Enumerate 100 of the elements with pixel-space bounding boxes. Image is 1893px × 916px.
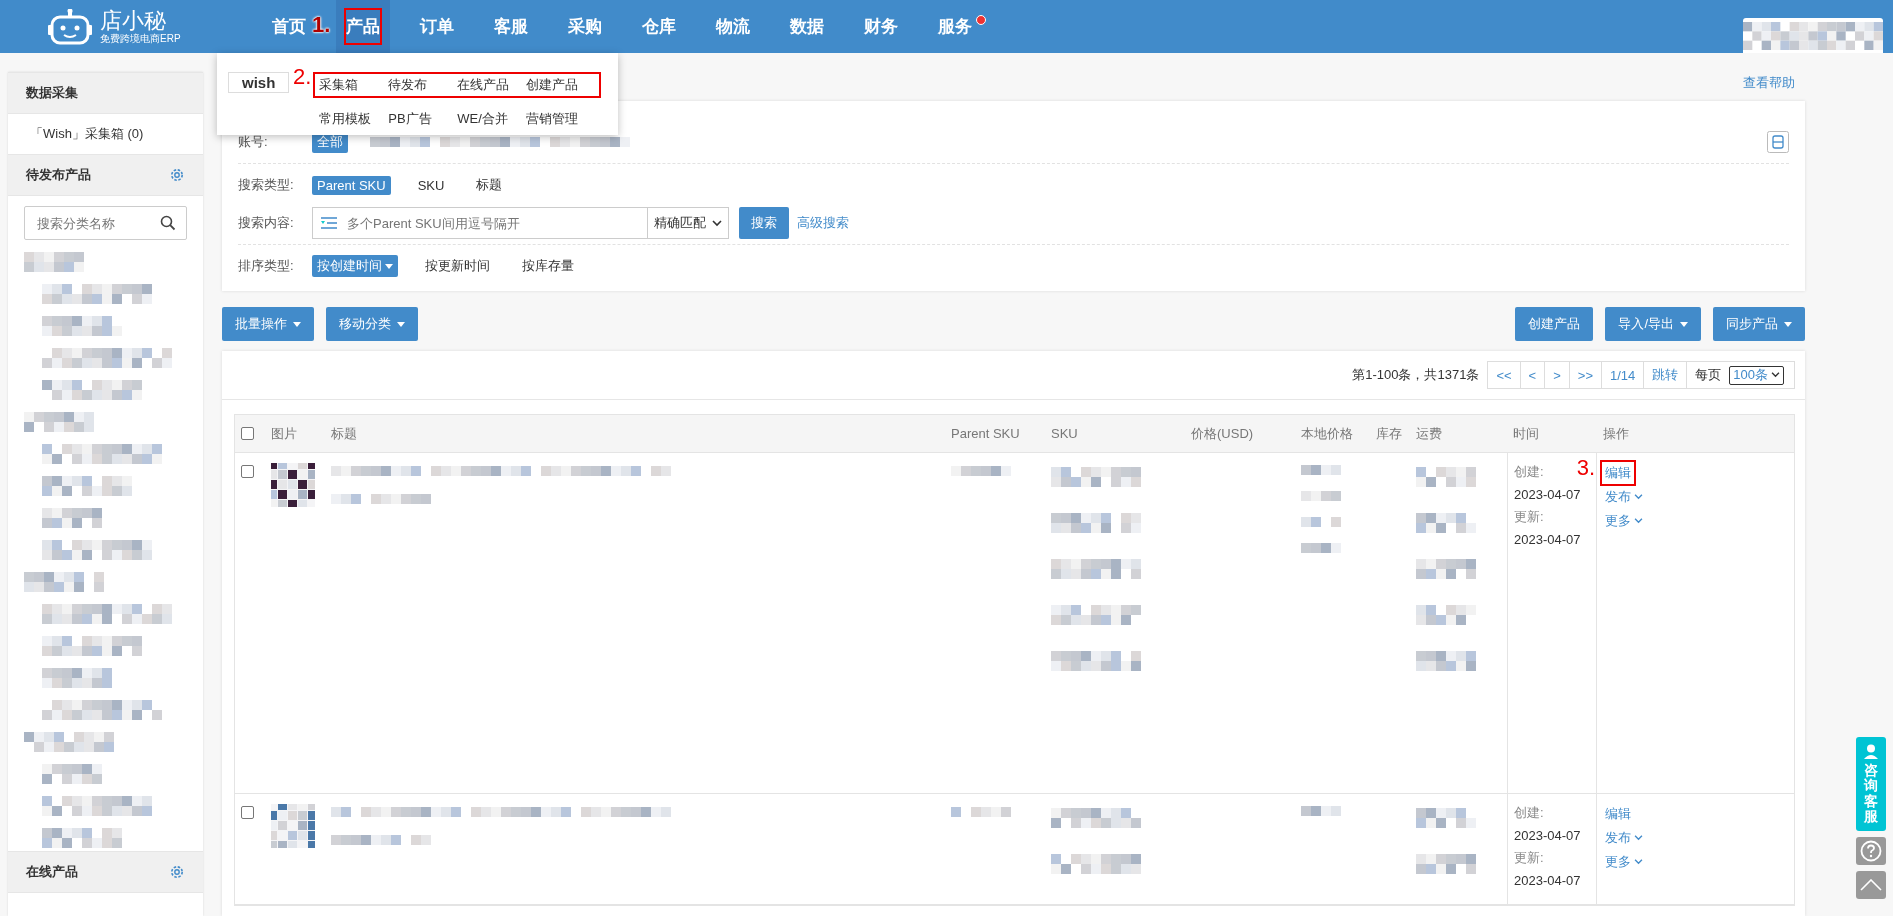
menu-item[interactable]: 在线产品	[457, 76, 527, 94]
blurred-text	[951, 804, 1011, 820]
filter-label: 搜索内容:	[238, 214, 294, 232]
blurred-text	[1301, 515, 1341, 529]
toolbar-button[interactable]: 同步产品	[1713, 307, 1805, 341]
column-header: 图片	[270, 424, 298, 443]
checkbox[interactable]	[241, 806, 254, 819]
list-icon	[321, 217, 337, 229]
action-link[interactable]: 更多	[1603, 511, 1645, 531]
help-button[interactable]	[1856, 836, 1886, 865]
menu-item[interactable]: 常用模板	[319, 110, 389, 128]
created-date: 2023-04-07	[1514, 828, 1581, 843]
nav-tab[interactable]: 产品	[336, 0, 390, 53]
chevron-down-icon	[712, 219, 722, 227]
section-title: 待发布产品	[26, 166, 91, 184]
column-header: 时间	[1512, 424, 1540, 443]
updated-date: 2023-04-07	[1514, 532, 1581, 547]
page-summary: 第1-100条，共1371条	[1352, 366, 1480, 384]
nav-tab[interactable]: 采购	[558, 11, 612, 42]
section-title: 在线产品	[26, 863, 78, 881]
search-icon	[160, 215, 176, 231]
pagination-button[interactable]: 跳转	[1644, 362, 1688, 388]
customer-service-button[interactable]: 咨询客服	[1856, 737, 1886, 831]
platform-label: wish	[228, 72, 290, 93]
pagination-button[interactable]: <<	[1488, 362, 1521, 388]
nav-tab[interactable]: 数据	[780, 11, 834, 42]
created-label: 创建:	[1514, 463, 1544, 481]
action-link[interactable]: 发布	[1603, 828, 1645, 848]
nav-tab[interactable]: 客服	[484, 11, 538, 42]
pagination-button[interactable]: >>	[1569, 362, 1602, 388]
blurred-text	[24, 252, 84, 272]
nav-tab[interactable]: 订单	[410, 11, 464, 42]
settings-icon[interactable]	[169, 864, 185, 880]
section-title: 数据采集	[26, 84, 78, 102]
column-header: SKU	[1050, 425, 1079, 443]
sidebar-item[interactable]: 「Wish」采集箱 (0)	[8, 114, 203, 154]
pagination-button[interactable]: >	[1545, 362, 1570, 388]
advanced-search-link[interactable]: 高级搜索	[797, 214, 849, 232]
nav-tab[interactable]: 财务	[854, 11, 908, 42]
toolbar-button[interactable]: 移动分类	[326, 307, 418, 341]
menu-item[interactable]: 采集箱	[319, 76, 389, 94]
column-header: 标题	[330, 424, 358, 443]
filter-option[interactable]: Parent SKU	[312, 175, 391, 195]
action-link[interactable]: 发布	[1603, 487, 1645, 507]
search-field[interactable]: 搜索分类名称	[24, 206, 187, 240]
created-label: 创建:	[1514, 804, 1544, 822]
nav-tab[interactable]: 物流	[706, 11, 760, 42]
headset-person-icon	[1863, 743, 1879, 759]
menu-item[interactable]: PB广告	[388, 110, 458, 128]
robot-logo-icon	[48, 8, 92, 45]
annotation-number: 2.	[293, 64, 312, 90]
search-button[interactable]: 搜索	[739, 207, 789, 239]
blurred-text	[42, 764, 102, 784]
menu-item[interactable]: 待发布	[388, 76, 458, 94]
pagination-button[interactable]: 1/14	[1602, 362, 1645, 388]
nav-tab[interactable]: 服务	[928, 11, 982, 42]
updated-label: 更新:	[1514, 508, 1544, 526]
action-link[interactable]: 更多	[1603, 852, 1645, 872]
menu-item[interactable]: WE/合并	[457, 110, 527, 128]
nav-tab[interactable]: 仓库	[632, 11, 686, 42]
sort-option[interactable]: 按库存量	[517, 255, 579, 277]
toolbar-button[interactable]: 批量操作	[222, 307, 314, 341]
menu-item[interactable]: 创建产品	[526, 76, 596, 94]
per-page-select[interactable]: 100条	[1729, 365, 1784, 385]
updated-label: 更新:	[1514, 849, 1544, 867]
filter-label: 排序类型:	[238, 257, 294, 275]
search-field[interactable]: 多个Parent SKU间用逗号隔开	[312, 207, 647, 239]
help-link[interactable]: 查看帮助	[1743, 74, 1795, 92]
per-page-label: 每页	[1694, 366, 1723, 384]
back-to-top-button[interactable]	[1856, 870, 1886, 899]
blurred-text	[1301, 489, 1341, 503]
action-link[interactable]: 编辑	[1603, 804, 1633, 824]
toolbar-button[interactable]: 创建产品	[1515, 307, 1594, 341]
filter-option[interactable]: 标题	[471, 174, 508, 196]
action-link[interactable]: 编辑	[1603, 463, 1633, 483]
checkbox[interactable]	[241, 427, 254, 440]
column-header: 运费	[1415, 424, 1443, 443]
checkbox[interactable]	[241, 465, 254, 478]
sort-option[interactable]: 按更新时间	[420, 255, 495, 277]
logo-tagline: 免费跨境电商ERP	[100, 32, 181, 45]
chevron-up-icon	[1860, 878, 1882, 891]
filter-option[interactable]: SKU	[412, 175, 450, 195]
match-select[interactable]: 精确匹配	[647, 207, 729, 239]
annotation-number: 1.	[312, 12, 331, 38]
filter-label: 搜索类型:	[238, 176, 294, 194]
toolbar-button[interactable]: 导入/导出	[1605, 307, 1701, 341]
column-header: 库存	[1375, 424, 1403, 443]
updated-date: 2023-04-07	[1514, 873, 1581, 888]
blurred-text	[1301, 463, 1341, 477]
filter-label: 账号:	[238, 133, 269, 151]
chevron-down-icon	[1771, 372, 1780, 378]
menu-item[interactable]: 营销管理	[526, 110, 596, 128]
column-header: 价格(USD)	[1190, 424, 1255, 443]
collapse-icon[interactable]	[1767, 131, 1789, 153]
pagination-button[interactable]: <	[1520, 362, 1546, 388]
logo-name: 店小秘	[100, 8, 167, 33]
question-icon	[1860, 839, 1882, 862]
sort-option[interactable]: 按创建时间	[312, 255, 398, 277]
blurred-text	[1301, 804, 1341, 818]
settings-icon[interactable]	[169, 167, 185, 183]
